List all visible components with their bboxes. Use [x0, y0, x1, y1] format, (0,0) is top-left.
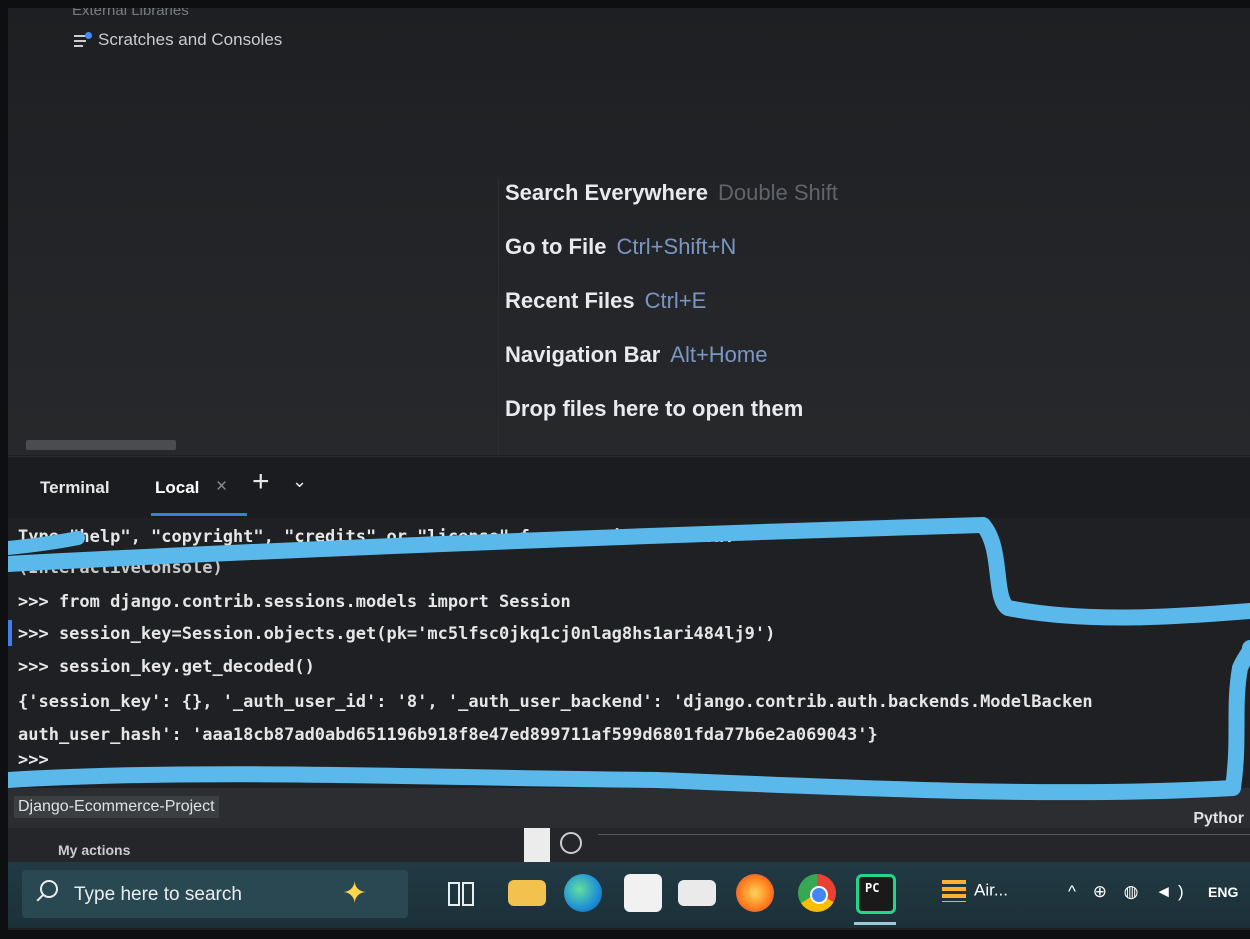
close-tab-icon[interactable]: × — [216, 476, 227, 498]
terminal-line: auth_user_hash': 'aaa18cb87ad0abd651196b… — [18, 725, 878, 745]
pane-block — [524, 828, 550, 862]
hint-go-to-file: Go to File Ctrl+Shift+N — [505, 234, 737, 259]
hint-search-everywhere: Search Everywhere Double Shift — [505, 180, 838, 205]
empty-editor-hints: Search Everywhere Double Shift Go to File… — [505, 180, 838, 450]
horizontal-scrollbar[interactable] — [26, 440, 176, 450]
search-icon — [40, 880, 58, 898]
scratches-icon — [74, 32, 92, 48]
firefox-icon[interactable] — [736, 874, 774, 912]
system-tray-icons[interactable]: ^ ⊕ ◍ ◄) — [1068, 882, 1190, 902]
my-actions-label: My actions — [58, 842, 131, 858]
terminal-prompt[interactable]: >>> — [18, 750, 49, 770]
pane-divider-line — [598, 834, 1250, 835]
terminal-header: Terminal Local × + ⌄ — [8, 456, 1250, 519]
chrome-icon[interactable] — [798, 874, 836, 912]
air-quality-widget[interactable]: Air... — [942, 880, 1008, 902]
terminal-line: >>> session_key=Session.objects.get(pk='… — [18, 624, 776, 644]
terminal-output[interactable]: Type "help", "copyright", "credits" or "… — [8, 518, 1250, 788]
editor-area: External Libraries Scratches and Console… — [8, 8, 1250, 458]
edge-browser-icon[interactable] — [564, 874, 602, 912]
mail-icon[interactable] — [678, 880, 716, 906]
terminal-line: (InteractiveConsole) — [18, 558, 223, 578]
terminal-line: >>> from django.contrib.sessions.models … — [18, 592, 571, 612]
language-indicator[interactable]: ENG — [1208, 884, 1238, 900]
terminal-line: Type "help", "copyright", "credits" or "… — [18, 527, 735, 547]
scratches-label: Scratches and Consoles — [98, 30, 283, 49]
pycharm-icon[interactable]: PC — [856, 874, 896, 914]
gutter-marker — [8, 620, 12, 646]
info-icon[interactable] — [560, 832, 582, 854]
lower-pane: My actions — [8, 828, 1250, 862]
scratches-and-consoles-item[interactable]: Scratches and Consoles — [74, 30, 282, 50]
hint-navigation-bar: Navigation Bar Alt+Home — [505, 342, 768, 367]
chevron-down-icon[interactable]: ⌄ — [292, 471, 307, 492]
python-interpreter-widget[interactable]: Pythor — [1193, 810, 1244, 828]
status-bar: Django-Ecommerce-Project Pythor — [8, 788, 1250, 828]
terminal-line: >>> session_key.get_decoded() — [18, 657, 315, 677]
terminal-line: {'session_key': {}, '_auth_user_id': '8'… — [18, 692, 1093, 712]
sparkle-icon: ✦ — [342, 877, 368, 910]
taskbar-search-box[interactable]: Type here to search ✦ — [22, 870, 408, 918]
terminal-title: Terminal — [40, 478, 110, 497]
new-tab-icon[interactable]: + — [252, 467, 270, 497]
pane-divider[interactable] — [498, 178, 499, 458]
hint-drop-files: Drop files here to open them — [505, 396, 804, 421]
search-placeholder: Type here to search — [74, 884, 242, 905]
store-icon[interactable] — [624, 874, 662, 912]
weather-icon — [942, 880, 966, 902]
monitor-screen: External Libraries Scratches and Console… — [8, 8, 1250, 930]
tab-local[interactable]: Local — [155, 478, 199, 498]
hint-recent-files: Recent Files Ctrl+E — [505, 288, 707, 313]
external-libraries-item[interactable]: External Libraries — [72, 8, 189, 19]
file-explorer-icon[interactable] — [508, 880, 546, 906]
windows-taskbar: Type here to search ✦ PC Air... ^ ⊕ ◍ ◄)… — [8, 862, 1250, 928]
active-tab-indicator — [151, 513, 247, 516]
task-view-icon[interactable] — [440, 874, 478, 912]
active-app-indicator — [854, 922, 896, 925]
project-breadcrumb[interactable]: Django-Ecommerce-Project — [14, 796, 219, 818]
